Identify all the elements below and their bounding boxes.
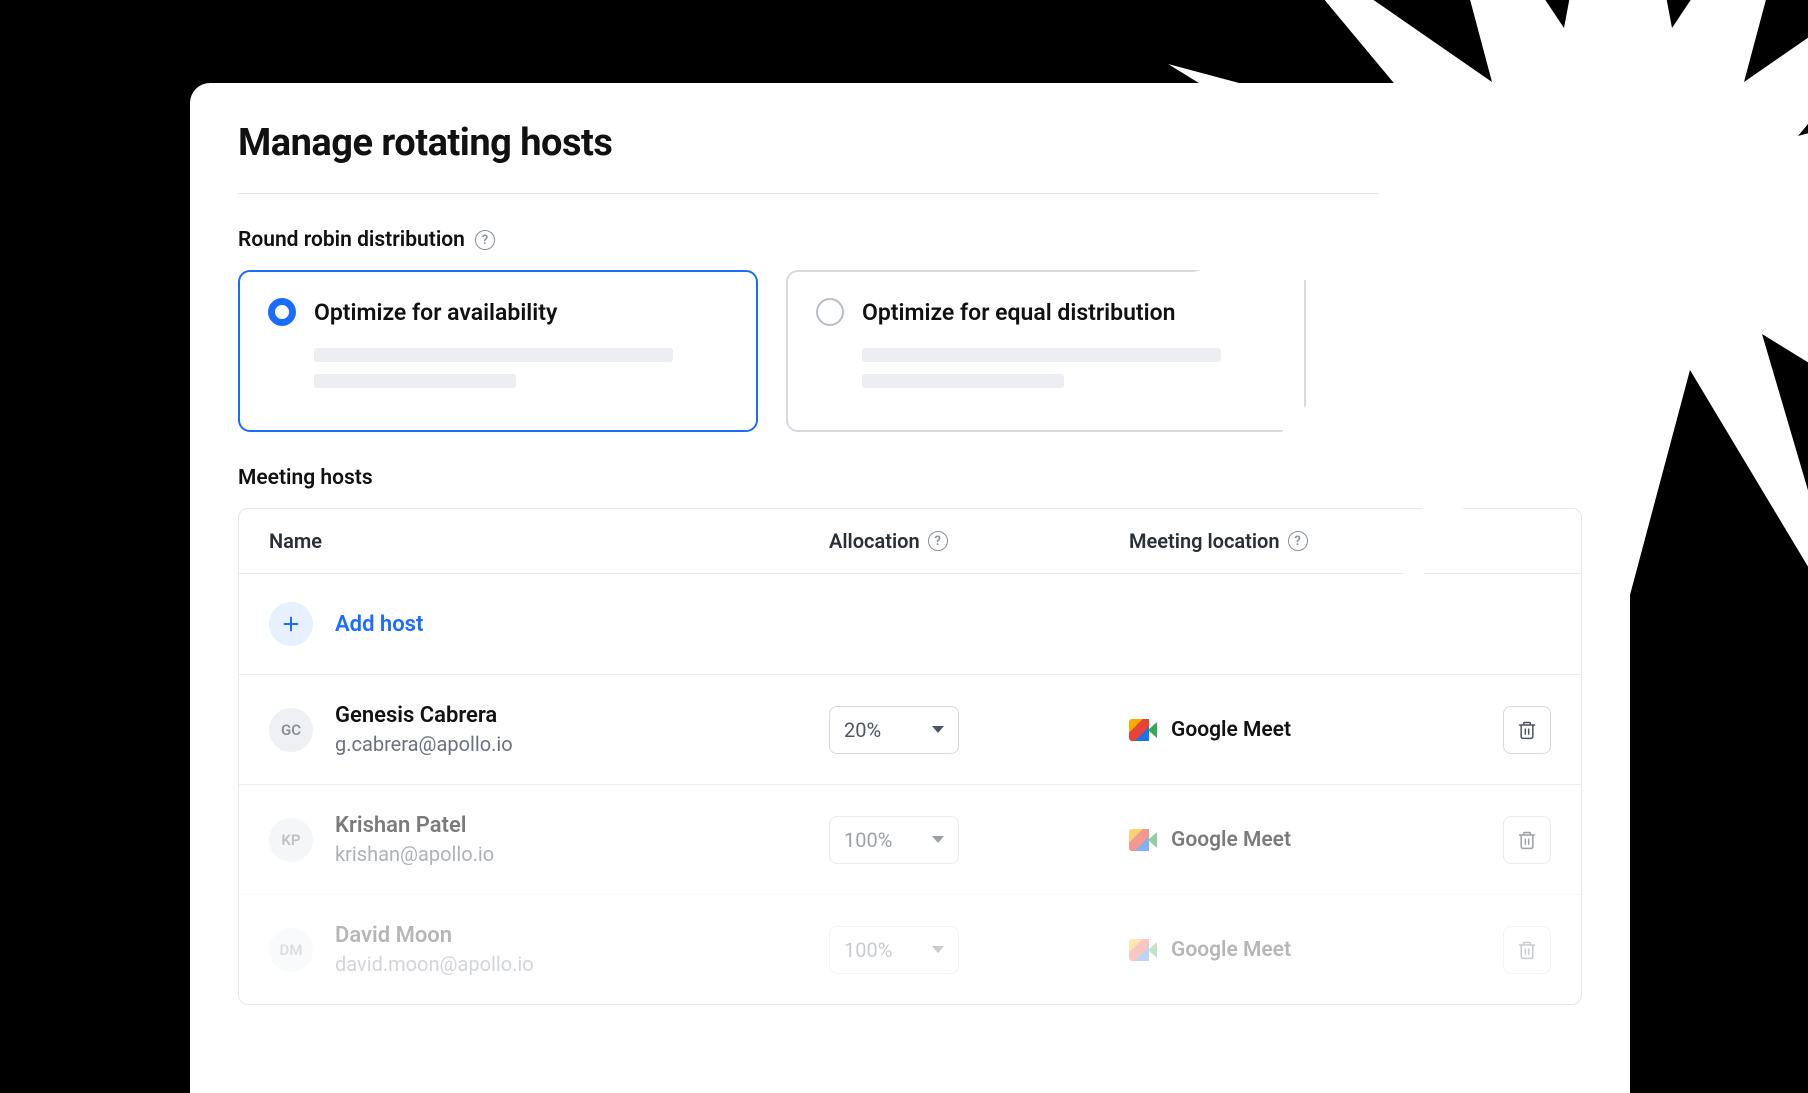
- google-meet-icon: [1129, 829, 1157, 851]
- avatar: DM: [269, 928, 313, 972]
- page-title: Manage rotating hosts: [238, 121, 1582, 194]
- option-description-placeholder: [268, 348, 728, 388]
- column-allocation-label: Allocation ?: [829, 529, 1129, 553]
- allocation-value: 20%: [844, 718, 881, 742]
- option-equal-label: Optimize for equal distribution: [862, 299, 1176, 326]
- trash-icon: [1517, 939, 1537, 961]
- option-equal-distribution[interactable]: Optimize for equal distribution: [786, 270, 1306, 432]
- host-name: Krishan Patel: [335, 813, 494, 838]
- plus-icon: [269, 602, 313, 646]
- delete-host-button[interactable]: [1503, 926, 1551, 974]
- allocation-value: 100%: [844, 938, 892, 962]
- help-icon[interactable]: ?: [475, 230, 495, 250]
- chevron-down-icon: [932, 946, 944, 953]
- avatar: GC: [269, 708, 313, 752]
- host-email: krishan@apollo.io: [335, 842, 494, 866]
- avatar: KP: [269, 818, 313, 862]
- add-host-label: Add host: [335, 612, 423, 637]
- allocation-value: 100%: [844, 828, 892, 852]
- table-row: KP Krishan Patel krishan@apollo.io 100%: [239, 785, 1581, 895]
- google-meet-icon: [1129, 719, 1157, 741]
- chevron-down-icon: [932, 836, 944, 843]
- meeting-location-label: Google Meet: [1171, 718, 1291, 742]
- trash-icon: [1517, 829, 1537, 851]
- option-availability-label: Optimize for availability: [314, 299, 557, 326]
- option-description-placeholder: [816, 348, 1276, 388]
- meeting-location-label: Google Meet: [1171, 938, 1291, 962]
- column-location-label: Meeting location ?: [1129, 529, 1431, 553]
- host-name: Genesis Cabrera: [335, 703, 513, 728]
- help-icon[interactable]: ?: [928, 531, 948, 551]
- hosts-table-header: Name Allocation ? Meeting location ?: [239, 509, 1581, 574]
- distribution-section-label: Round robin distribution: [238, 228, 465, 252]
- delete-host-button[interactable]: [1503, 816, 1551, 864]
- radio-icon: [816, 298, 844, 326]
- meeting-location-label: Google Meet: [1171, 828, 1291, 852]
- meeting-hosts-section-label: Meeting hosts: [238, 466, 373, 490]
- column-name-label: Name: [269, 529, 829, 553]
- add-host-row[interactable]: Add host: [239, 574, 1581, 675]
- delete-host-button[interactable]: [1503, 706, 1551, 754]
- host-name: David Moon: [335, 923, 534, 948]
- allocation-select[interactable]: 20%: [829, 706, 959, 754]
- allocation-select[interactable]: 100%: [829, 816, 959, 864]
- option-availability[interactable]: Optimize for availability: [238, 270, 758, 432]
- meeting-hosts-section: Meeting hosts Name Allocation ? Meeting …: [238, 466, 1582, 1005]
- help-icon[interactable]: ?: [1288, 531, 1308, 551]
- table-row: GC Genesis Cabrera g.cabrera@apollo.io 2…: [239, 675, 1581, 785]
- allocation-select[interactable]: 100%: [829, 926, 959, 974]
- distribution-section: Round robin distribution ? Optimize for …: [238, 228, 1582, 432]
- host-email: david.moon@apollo.io: [335, 952, 534, 976]
- host-email: g.cabrera@apollo.io: [335, 732, 513, 756]
- hosts-table: Name Allocation ? Meeting location ?: [238, 508, 1582, 1005]
- radio-icon: [268, 298, 296, 326]
- table-row: DM David Moon david.moon@apollo.io 100%: [239, 895, 1581, 1004]
- manage-rotating-hosts-modal: Manage rotating hosts Round robin distri…: [190, 83, 1630, 1093]
- chevron-down-icon: [932, 726, 944, 733]
- trash-icon: [1517, 719, 1537, 741]
- google-meet-icon: [1129, 939, 1157, 961]
